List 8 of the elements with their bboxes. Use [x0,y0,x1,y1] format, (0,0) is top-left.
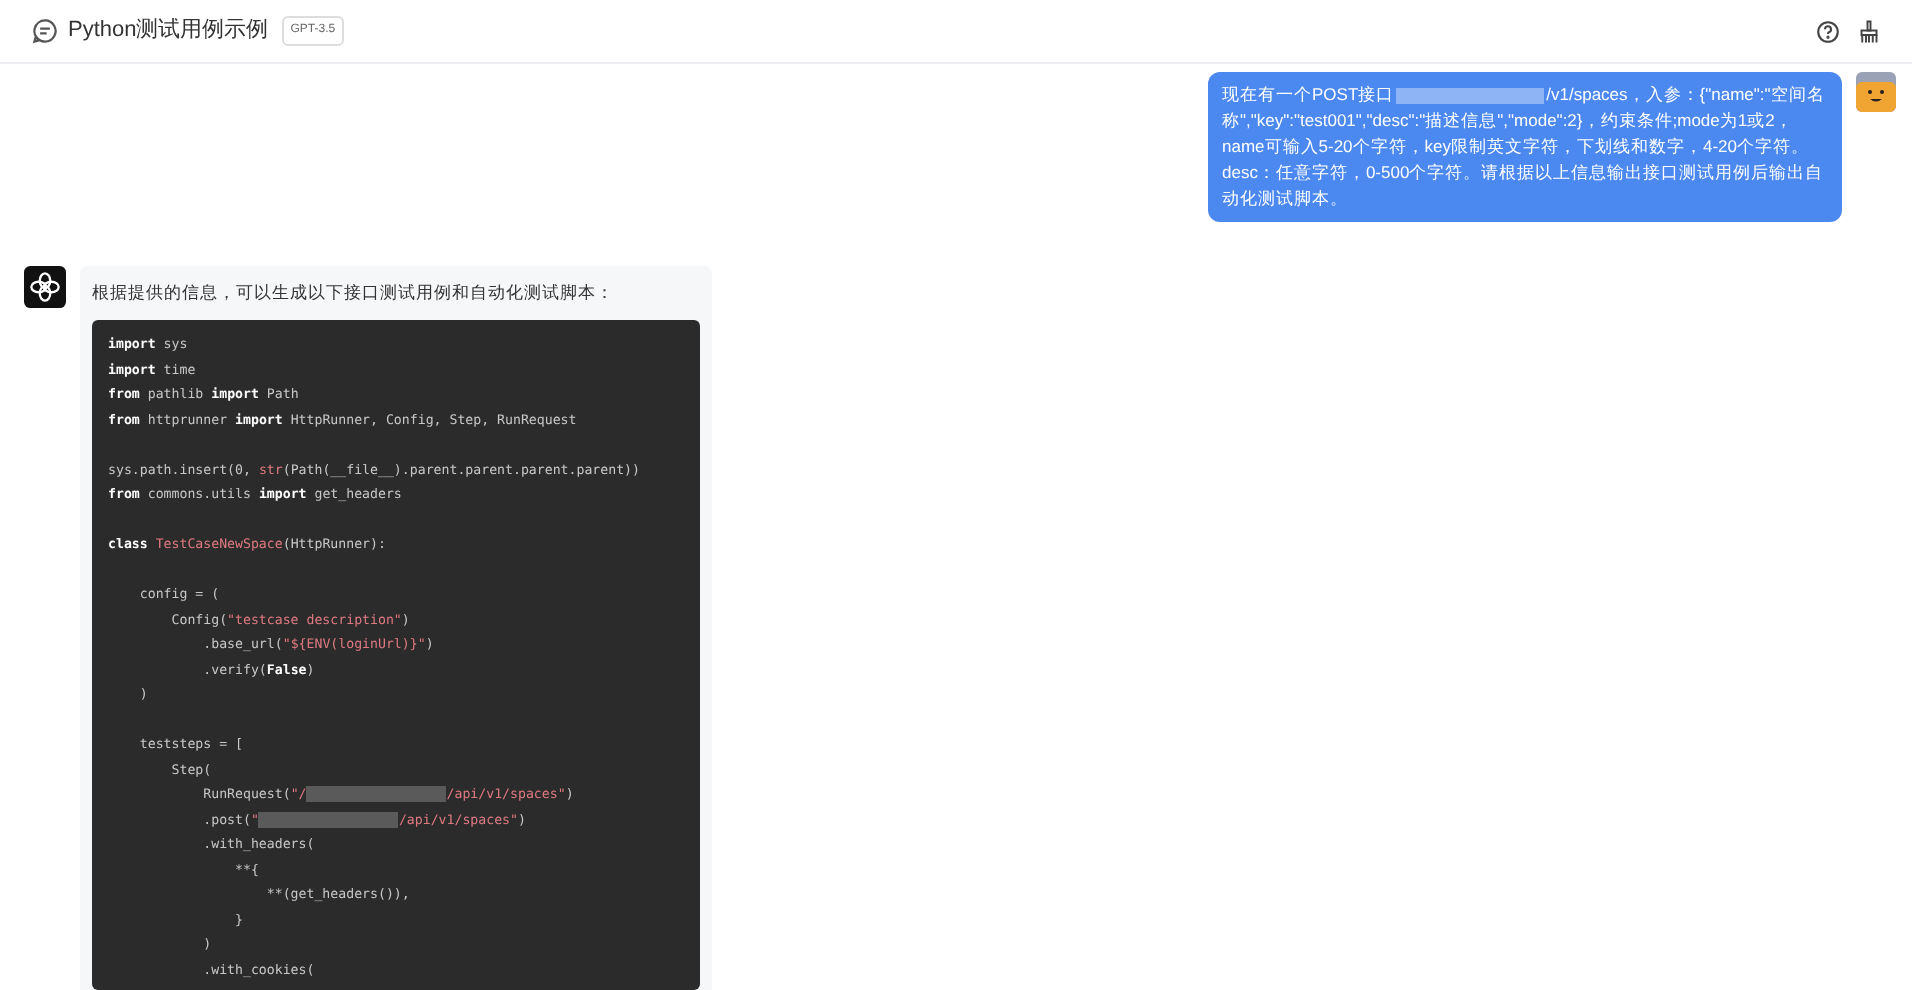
assistant-logo-icon [24,266,66,308]
smiley-avatar-icon [1856,72,1896,112]
message-text: 现在有一个POST接口 /v1/spaces，入参：{"name":"空间名称","key":"test001","desc":"描述信息","mode":2}，约束条件;mode为1或2，name可输入5-20个字符，key限制英文字符，下划线和数字，4-20个字符。desc：任意字符，0-500个字符。请根据以上信息输出接口测试用例后输出自动化测试脚本。 [1222,82,1827,212]
assistant-intro-text: 根据提供的信息，可以生成以下接口测试用例和自动化测试脚本： [92,280,616,304]
chat-title: Python测试用例示例 [68,16,269,47]
broom-icon[interactable] [1858,19,1880,43]
chat-icon [32,18,58,44]
help-icon[interactable] [1816,19,1840,43]
